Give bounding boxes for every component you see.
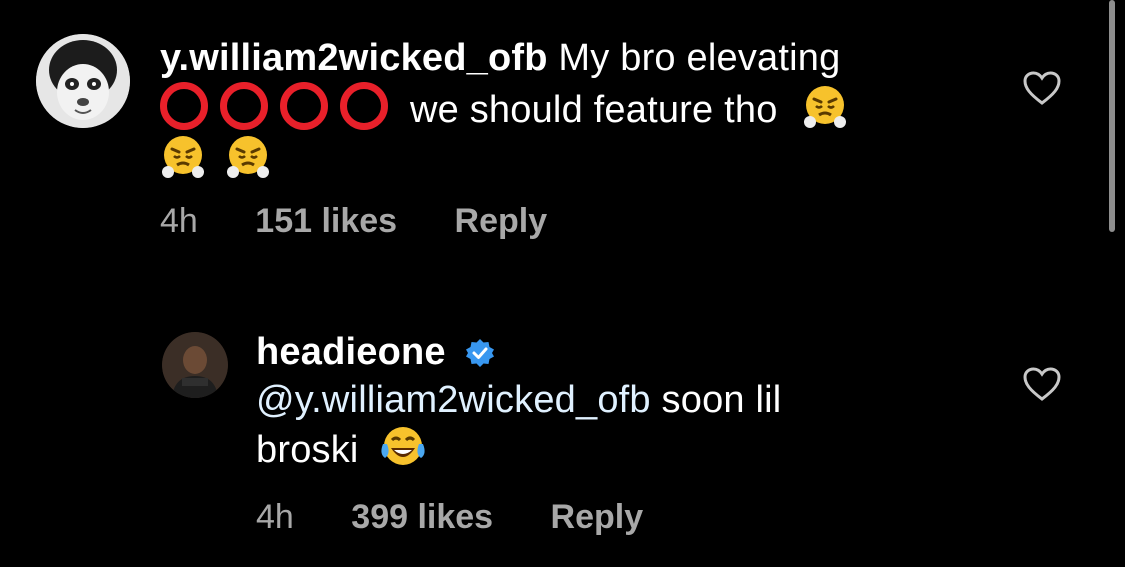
heart-icon[interactable] (1022, 70, 1062, 106)
mention-link[interactable]: @y.william2wicked_ofb (256, 379, 651, 421)
comment-text: headieone @y.william2wicked_ofb soon lil… (256, 328, 896, 474)
comment-username[interactable]: y.william2wicked_ofb (160, 37, 548, 79)
avatar[interactable] (36, 34, 130, 128)
red-ring-icon (160, 82, 208, 130)
comment-text-part: broski (256, 429, 359, 471)
tears-of-joy-icon (381, 427, 425, 465)
red-ring-icon (220, 82, 268, 130)
comment-text-part: soon lil (661, 379, 782, 421)
comment-timestamp: 4h (256, 498, 294, 536)
likes-count[interactable]: 399 likes (351, 498, 493, 536)
red-ring-icon (340, 82, 388, 130)
scrollbar[interactable] (1109, 0, 1115, 232)
comment-text: y.william2wicked_ofb My bro elevating we… (160, 34, 900, 184)
comment-text-part: we should feature tho (410, 89, 778, 131)
face-with-steam-icon (804, 86, 847, 128)
red-ring-icon (280, 82, 328, 130)
monkey-avatar-icon (36, 34, 130, 128)
comment-timestamp: 4h (160, 202, 198, 240)
heart-icon[interactable] (1022, 366, 1062, 402)
face-with-steam-icon (226, 136, 269, 178)
reply-button[interactable]: Reply (551, 498, 644, 536)
reply-button[interactable]: Reply (455, 202, 548, 240)
person-avatar-icon (162, 332, 228, 398)
likes-count[interactable]: 151 likes (255, 202, 397, 240)
comment-username[interactable]: headieone (256, 331, 446, 373)
verified-badge-icon (465, 339, 494, 367)
comment-meta: 4h 151 likes Reply (160, 202, 595, 241)
face-with-steam-icon (162, 136, 204, 178)
comment-meta: 4h 399 likes Reply (256, 498, 691, 537)
comment-text-part: My bro elevating (558, 37, 841, 79)
avatar[interactable] (162, 332, 228, 398)
